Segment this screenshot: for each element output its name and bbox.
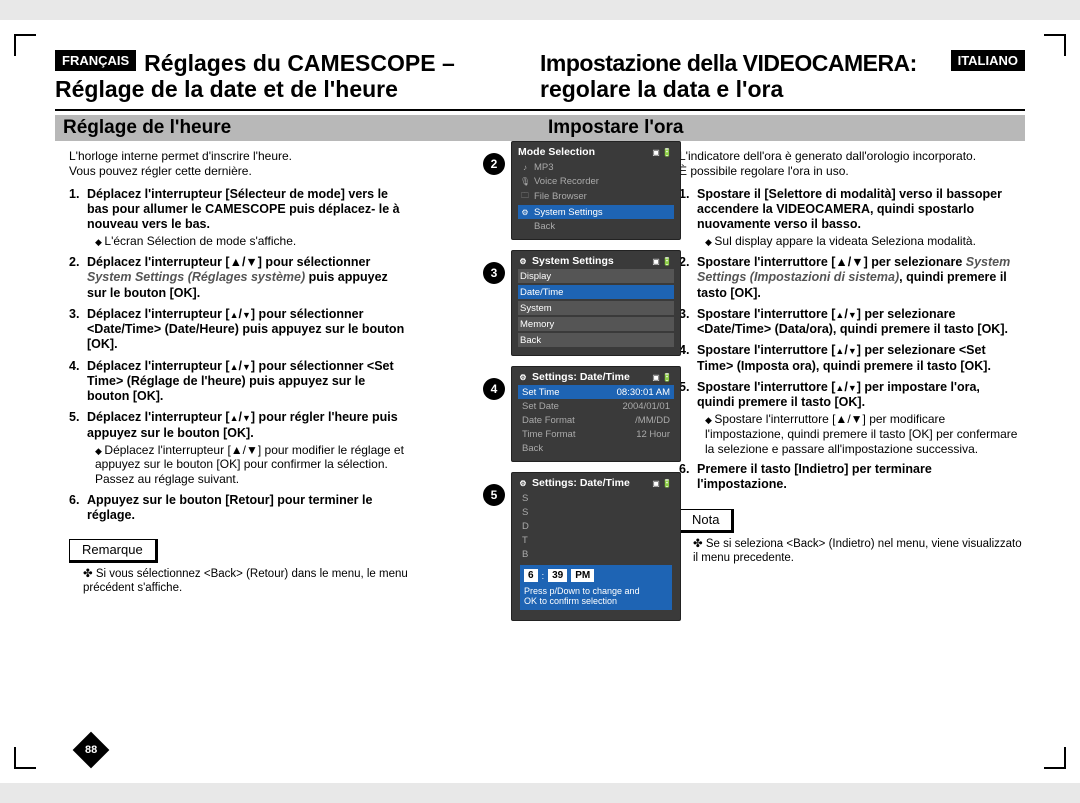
time-min: 39	[548, 569, 567, 582]
settings-row: Back	[518, 441, 674, 455]
popup-help-2: OK to confirm selection	[524, 596, 668, 606]
menu-item: Display	[518, 269, 674, 283]
step-item: 3.Spostare l'interruttore [▲/▼] per sele…	[679, 307, 1025, 338]
menu-item: 🗀File Browser	[518, 188, 674, 205]
settings-row: Time Format12 Hour	[518, 427, 674, 441]
body: L'horloge interne permet d'inscrire l'he…	[55, 145, 1025, 595]
step-item: 2.Déplacez l'interrupteur [▲/▼] pour sél…	[69, 255, 415, 301]
screen-title: Mode Selection	[518, 146, 674, 158]
intro-it: L'indicatore dell'ora è generato dall'or…	[679, 149, 1025, 178]
note-fr: Si vous sélectionnez <Back> (Retour) dan…	[55, 567, 415, 595]
status-icons: ▣ 🔋	[652, 148, 672, 157]
menu-item: ⚙System Settings	[518, 205, 674, 219]
lang-badge-it: ITALIANO	[951, 50, 1025, 71]
step-item: 5.Déplacez l'interrupteur [▲/▼] pour rég…	[69, 410, 415, 486]
menu-item: Back	[518, 333, 674, 347]
status-icons: ▣ 🔋	[652, 257, 672, 266]
time-ampm: PM	[571, 569, 594, 582]
title-it-line1: Impostazione della VIDEOCAMERA:	[540, 50, 917, 76]
status-icons: ▣ 🔋	[652, 479, 672, 488]
screen-settings-datetime: ▣ 🔋 ⚙Settings: Date/Time Set Time08:30:0…	[511, 366, 681, 462]
crop-mark-icon	[14, 34, 36, 56]
step-item: 4.Spostare l'interruttore [▲/▼] per sele…	[679, 343, 1025, 374]
step-item: 5.Spostare l'interruttore [▲/▼] per impo…	[679, 380, 1025, 456]
steps-fr: 1.Déplacez l'interrupteur [Sélecteur de …	[55, 187, 415, 524]
header-it: Impostazione della VIDEOCAMERA: ITALIANO…	[540, 50, 1025, 103]
screen-title: ⚙Settings: Date/Time	[518, 477, 674, 489]
header-fr: FRANÇAIS Réglages du CAMESCOPE – Réglage…	[55, 50, 540, 103]
screen-title: ⚙Settings: Date/Time	[518, 371, 674, 383]
menu-item: Back	[518, 219, 674, 233]
popup-help-1: Press p/Down to change and	[524, 586, 668, 596]
screen-system-settings: ▣ 🔋 ⚙System Settings Display Date/Time Sys…	[511, 250, 681, 356]
note-it: Se si seleziona <Back> (Indietro) nel me…	[665, 537, 1025, 565]
settings-row: Set Time08:30:01 AM	[518, 385, 674, 399]
menu-item: Date/Time	[518, 285, 674, 299]
subhead-it: Impostare l'ora	[540, 115, 1025, 141]
lang-badge-fr: FRANÇAIS	[55, 50, 136, 71]
menu-item: 🎙Voice Recorder	[518, 174, 674, 188]
page-header: FRANÇAIS Réglages du CAMESCOPE – Réglage…	[55, 50, 1025, 111]
intro-fr: L'horloge interne permet d'inscrire l'he…	[69, 149, 415, 178]
title-fr-line1: Réglages du CAMESCOPE –	[144, 50, 455, 76]
menu-item: ♪MP3	[518, 160, 674, 174]
step-item: 6.Appuyez sur le bouton [Retour] pour te…	[69, 493, 415, 524]
status-icons: ▣ 🔋	[652, 373, 672, 382]
manual-page: FRANÇAIS Réglages du CAMESCOPE – Réglage…	[0, 20, 1080, 783]
step-item: 4.Déplacez l'interrupteur [▲/▼] pour sél…	[69, 359, 415, 405]
crop-mark-icon	[1044, 747, 1066, 769]
step-badge-5: 5	[483, 484, 505, 506]
title-it-line2: regolare la data e l'ora	[540, 76, 1025, 103]
crop-mark-icon	[1044, 34, 1066, 56]
settings-row: Set Date2004/01/01	[518, 399, 674, 413]
time-hour: 6	[524, 569, 538, 582]
step-badge-2: 2	[483, 153, 505, 175]
step-badge-3: 3	[483, 262, 505, 284]
screen-set-time-popup: ▣ 🔋 ⚙Settings: Date/Time SSDTB 6 : 39 PM…	[511, 472, 681, 621]
subhead-fr: Réglage de l'heure	[55, 115, 540, 141]
screen-mode-selection: ▣ 🔋 Mode Selection ♪MP3🎙Voice Recorder🗀F…	[511, 141, 681, 240]
screen-title: ⚙System Settings	[518, 255, 674, 267]
crop-mark-icon	[14, 747, 36, 769]
step-badge-4: 4	[483, 378, 505, 400]
title-fr-line2: Réglage de la date et de l'heure	[55, 76, 540, 103]
step-item: 1.Spostare il [Selettore di modalità] ve…	[679, 187, 1025, 249]
step-item: 1.Déplacez l'interrupteur [Sélecteur de …	[69, 187, 415, 249]
device-screenshots: 2 ▣ 🔋 Mode Selection ♪MP3🎙Voice Recorder…	[483, 141, 699, 631]
time-popup: 6 : 39 PM Press p/Down to change and OK …	[520, 565, 672, 610]
menu-item: Memory	[518, 317, 674, 331]
note-label-fr: Remarque	[69, 539, 158, 563]
steps-it: 1.Spostare il [Selettore di modalità] ve…	[665, 187, 1025, 493]
step-item: 3.Déplacez l'interrupteur [▲/▼] pour sél…	[69, 307, 415, 353]
step-item: 6.Premere il tasto [Indietro] per termin…	[679, 462, 1025, 493]
col-fr: L'horloge interne permet d'inscrire l'he…	[55, 145, 415, 595]
settings-row: Date Format/MM/DD	[518, 413, 674, 427]
step-item: 2.Spostare l'interruttore [▲/▼] per sele…	[679, 255, 1025, 301]
col-it: L'indicatore dell'ora è generato dall'or…	[665, 145, 1025, 595]
menu-item: System	[518, 301, 674, 315]
